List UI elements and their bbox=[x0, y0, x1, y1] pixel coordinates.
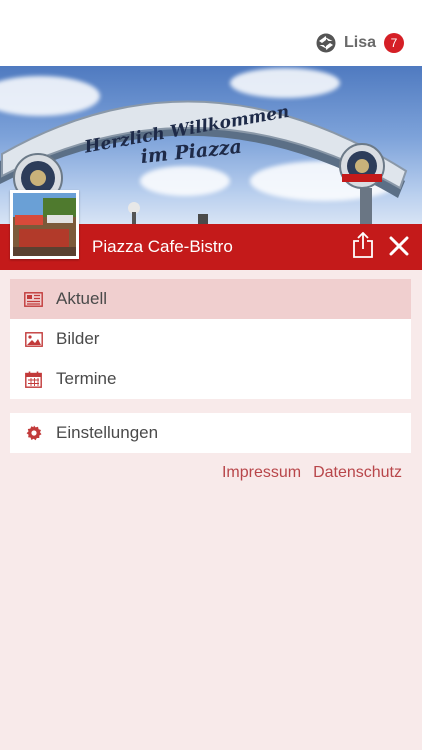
menu-item-label: Bilder bbox=[56, 329, 100, 348]
calendar-icon bbox=[24, 370, 43, 389]
user-account[interactable]: Lisa 7 bbox=[316, 33, 404, 53]
menu-item-einstellungen[interactable]: Einstellungen bbox=[10, 413, 411, 453]
image-icon bbox=[24, 330, 43, 349]
menu-item-label: Einstellungen bbox=[56, 423, 159, 442]
menu-item-bilder[interactable]: Bilder bbox=[10, 319, 411, 359]
settings-menu: Einstellungen bbox=[10, 413, 411, 453]
newspaper-icon bbox=[24, 290, 43, 309]
gear-icon bbox=[24, 424, 43, 443]
place-title: Piazza Cafe-Bistro bbox=[92, 237, 233, 256]
main-menu: Aktuell Bilder Termine bbox=[10, 279, 411, 399]
user-name[interactable]: Lisa bbox=[344, 34, 376, 52]
datenschutz-link[interactable]: Datenschutz bbox=[313, 464, 402, 482]
close-icon[interactable] bbox=[389, 236, 409, 256]
impressum-link[interactable]: Impressum bbox=[222, 464, 301, 482]
place-thumbnail-image bbox=[13, 193, 76, 256]
app-logo-icon bbox=[316, 33, 336, 53]
erdinger-logo-right bbox=[339, 143, 385, 189]
place-thumbnail[interactable] bbox=[10, 190, 79, 259]
top-bar: Lisa 7 bbox=[0, 0, 422, 66]
menu-item-aktuell[interactable]: Aktuell bbox=[10, 279, 411, 319]
menu-item-label: Aktuell bbox=[56, 289, 108, 308]
menu-item-termine[interactable]: Termine bbox=[10, 359, 411, 399]
share-icon[interactable] bbox=[352, 232, 374, 258]
footer-links: Impressum Datenschutz bbox=[222, 464, 402, 482]
menu-item-label: Termine bbox=[56, 369, 117, 388]
notification-badge[interactable]: 7 bbox=[384, 33, 404, 53]
